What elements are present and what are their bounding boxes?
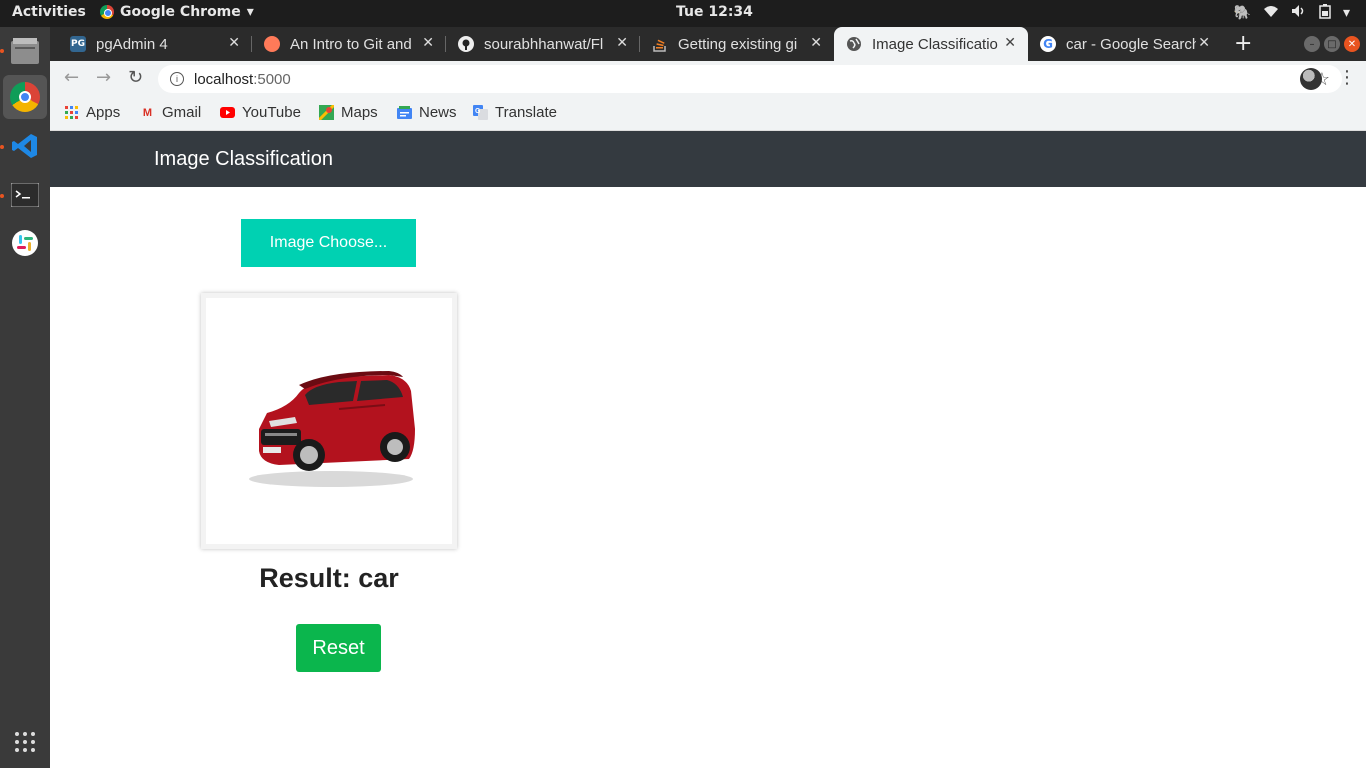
address-port: :5000	[253, 70, 291, 88]
hubspot-icon	[264, 36, 280, 52]
postgres-icon[interactable]: 🐘	[1234, 5, 1251, 21]
bookmark-translate[interactable]: G Translate	[473, 104, 557, 121]
close-icon[interactable]: ✕	[810, 35, 822, 51]
back-button[interactable]: ←	[64, 67, 79, 88]
youtube-icon	[220, 105, 235, 120]
chrome-menu-icon[interactable]: ⋮	[1338, 67, 1356, 88]
browser-toolbar: ← → ↻ i localhost:5000 ☆ ⋮	[50, 61, 1366, 97]
caret-down-icon: ▾	[246, 4, 254, 20]
activities-button[interactable]: Activities	[12, 4, 86, 20]
app-menu[interactable]: Google Chrome ▾	[100, 4, 254, 20]
close-icon[interactable]: ✕	[616, 35, 628, 51]
close-icon[interactable]: ✕	[1198, 35, 1210, 51]
close-icon[interactable]: ✕	[1004, 35, 1016, 51]
battery-icon[interactable]	[1319, 3, 1331, 23]
system-top-bar: Activities Google Chrome ▾ Tue 12:34 🐘 ▾	[0, 0, 1366, 27]
app-menu-label: Google Chrome	[120, 4, 241, 20]
tab-strip: PG pgAdmin 4 ✕ An Intro to Git and ✕ sou…	[50, 27, 1366, 61]
forward-button[interactable]: →	[96, 67, 111, 88]
google-icon: G	[1040, 36, 1056, 52]
car-image	[249, 371, 415, 487]
tab-title: Image Classificatio	[872, 35, 998, 53]
tab-image-classification[interactable]: Image Classificatio ✕	[834, 27, 1028, 61]
globe-icon	[846, 36, 862, 52]
apps-grid-icon	[64, 105, 79, 120]
bookmark-label: Gmail	[162, 104, 202, 121]
reload-button[interactable]: ↻	[128, 67, 143, 88]
tab-title: Getting existing gi	[678, 35, 798, 53]
reset-button[interactable]: Reset	[296, 624, 381, 672]
vscode-icon[interactable]	[3, 124, 47, 168]
chrome-icon	[100, 5, 114, 19]
tab-github[interactable]: sourabhhanwat/Fl ✕	[446, 27, 640, 61]
tab-stackoverflow[interactable]: Getting existing gi ✕	[640, 27, 834, 61]
terminal-icon[interactable]	[3, 173, 47, 217]
svg-text:G: G	[475, 108, 481, 115]
close-icon[interactable]: ✕	[228, 35, 240, 51]
bookmark-youtube[interactable]: YouTube	[220, 104, 301, 121]
tab-google-search[interactable]: G car - Google Search ✕	[1028, 27, 1222, 61]
dock	[0, 27, 50, 768]
site-navbar: Image Classification	[50, 131, 1366, 187]
system-tray[interactable]: 🐘 ▾	[1234, 3, 1350, 23]
profile-avatar[interactable]	[1300, 68, 1322, 90]
tab-title: pgAdmin 4	[96, 35, 168, 53]
tab-pgadmin[interactable]: PG pgAdmin 4 ✕	[58, 27, 252, 61]
new-tab-button[interactable]: +	[1234, 31, 1252, 56]
bookmark-gmail[interactable]: M Gmail	[140, 104, 201, 121]
volume-icon[interactable]	[1291, 4, 1307, 22]
app-grid-icon[interactable]	[3, 720, 47, 764]
page-content: Image Classification Image Choose... Res…	[50, 131, 1366, 768]
news-icon	[397, 105, 412, 120]
navbar-brand[interactable]: Image Classification	[154, 148, 333, 171]
github-icon	[458, 36, 474, 52]
gmail-icon: M	[142, 106, 153, 119]
address-bar[interactable]: i localhost:5000 ☆	[158, 65, 1342, 93]
tab-git-intro[interactable]: An Intro to Git and ✕	[252, 27, 446, 61]
clock[interactable]: Tue 12:34	[676, 4, 753, 20]
bookmark-maps[interactable]: Maps	[319, 104, 378, 121]
system-menu-caret-icon[interactable]: ▾	[1343, 5, 1350, 21]
bookmark-news[interactable]: News	[397, 104, 457, 121]
maximize-button[interactable]: □	[1324, 36, 1340, 52]
translate-icon: G	[473, 105, 488, 120]
address-host: localhost	[194, 70, 254, 88]
image-preview	[201, 293, 457, 549]
site-info-icon[interactable]: i	[170, 72, 184, 86]
tab-title: An Intro to Git and	[290, 35, 412, 53]
slack-icon[interactable]	[3, 221, 47, 265]
maps-icon	[319, 105, 334, 120]
minimize-button[interactable]: –	[1304, 36, 1320, 52]
bookmark-label: News	[419, 104, 457, 121]
bookmark-apps[interactable]: Apps	[64, 104, 120, 121]
bookmark-label: Maps	[341, 104, 378, 121]
tab-title: car - Google Search	[1066, 35, 1196, 53]
window-close-button[interactable]: ✕	[1344, 36, 1360, 52]
bookmark-label: Translate	[495, 104, 557, 121]
result-text: Result: car	[259, 563, 399, 593]
pgadmin-icon: PG	[70, 36, 86, 52]
bookmarks-bar: Apps M Gmail YouTube Maps News G Transla…	[50, 97, 1366, 131]
close-icon[interactable]: ✕	[422, 35, 434, 51]
files-icon[interactable]	[3, 29, 47, 73]
tab-title: sourabhhanwat/Fl	[484, 35, 604, 53]
wifi-icon[interactable]	[1263, 4, 1279, 22]
bookmark-label: YouTube	[242, 104, 301, 121]
bookmark-label: Apps	[86, 104, 121, 121]
chrome-dock-icon[interactable]	[3, 75, 47, 119]
stackoverflow-icon	[652, 36, 668, 52]
image-choose-button[interactable]: Image Choose...	[241, 219, 416, 267]
